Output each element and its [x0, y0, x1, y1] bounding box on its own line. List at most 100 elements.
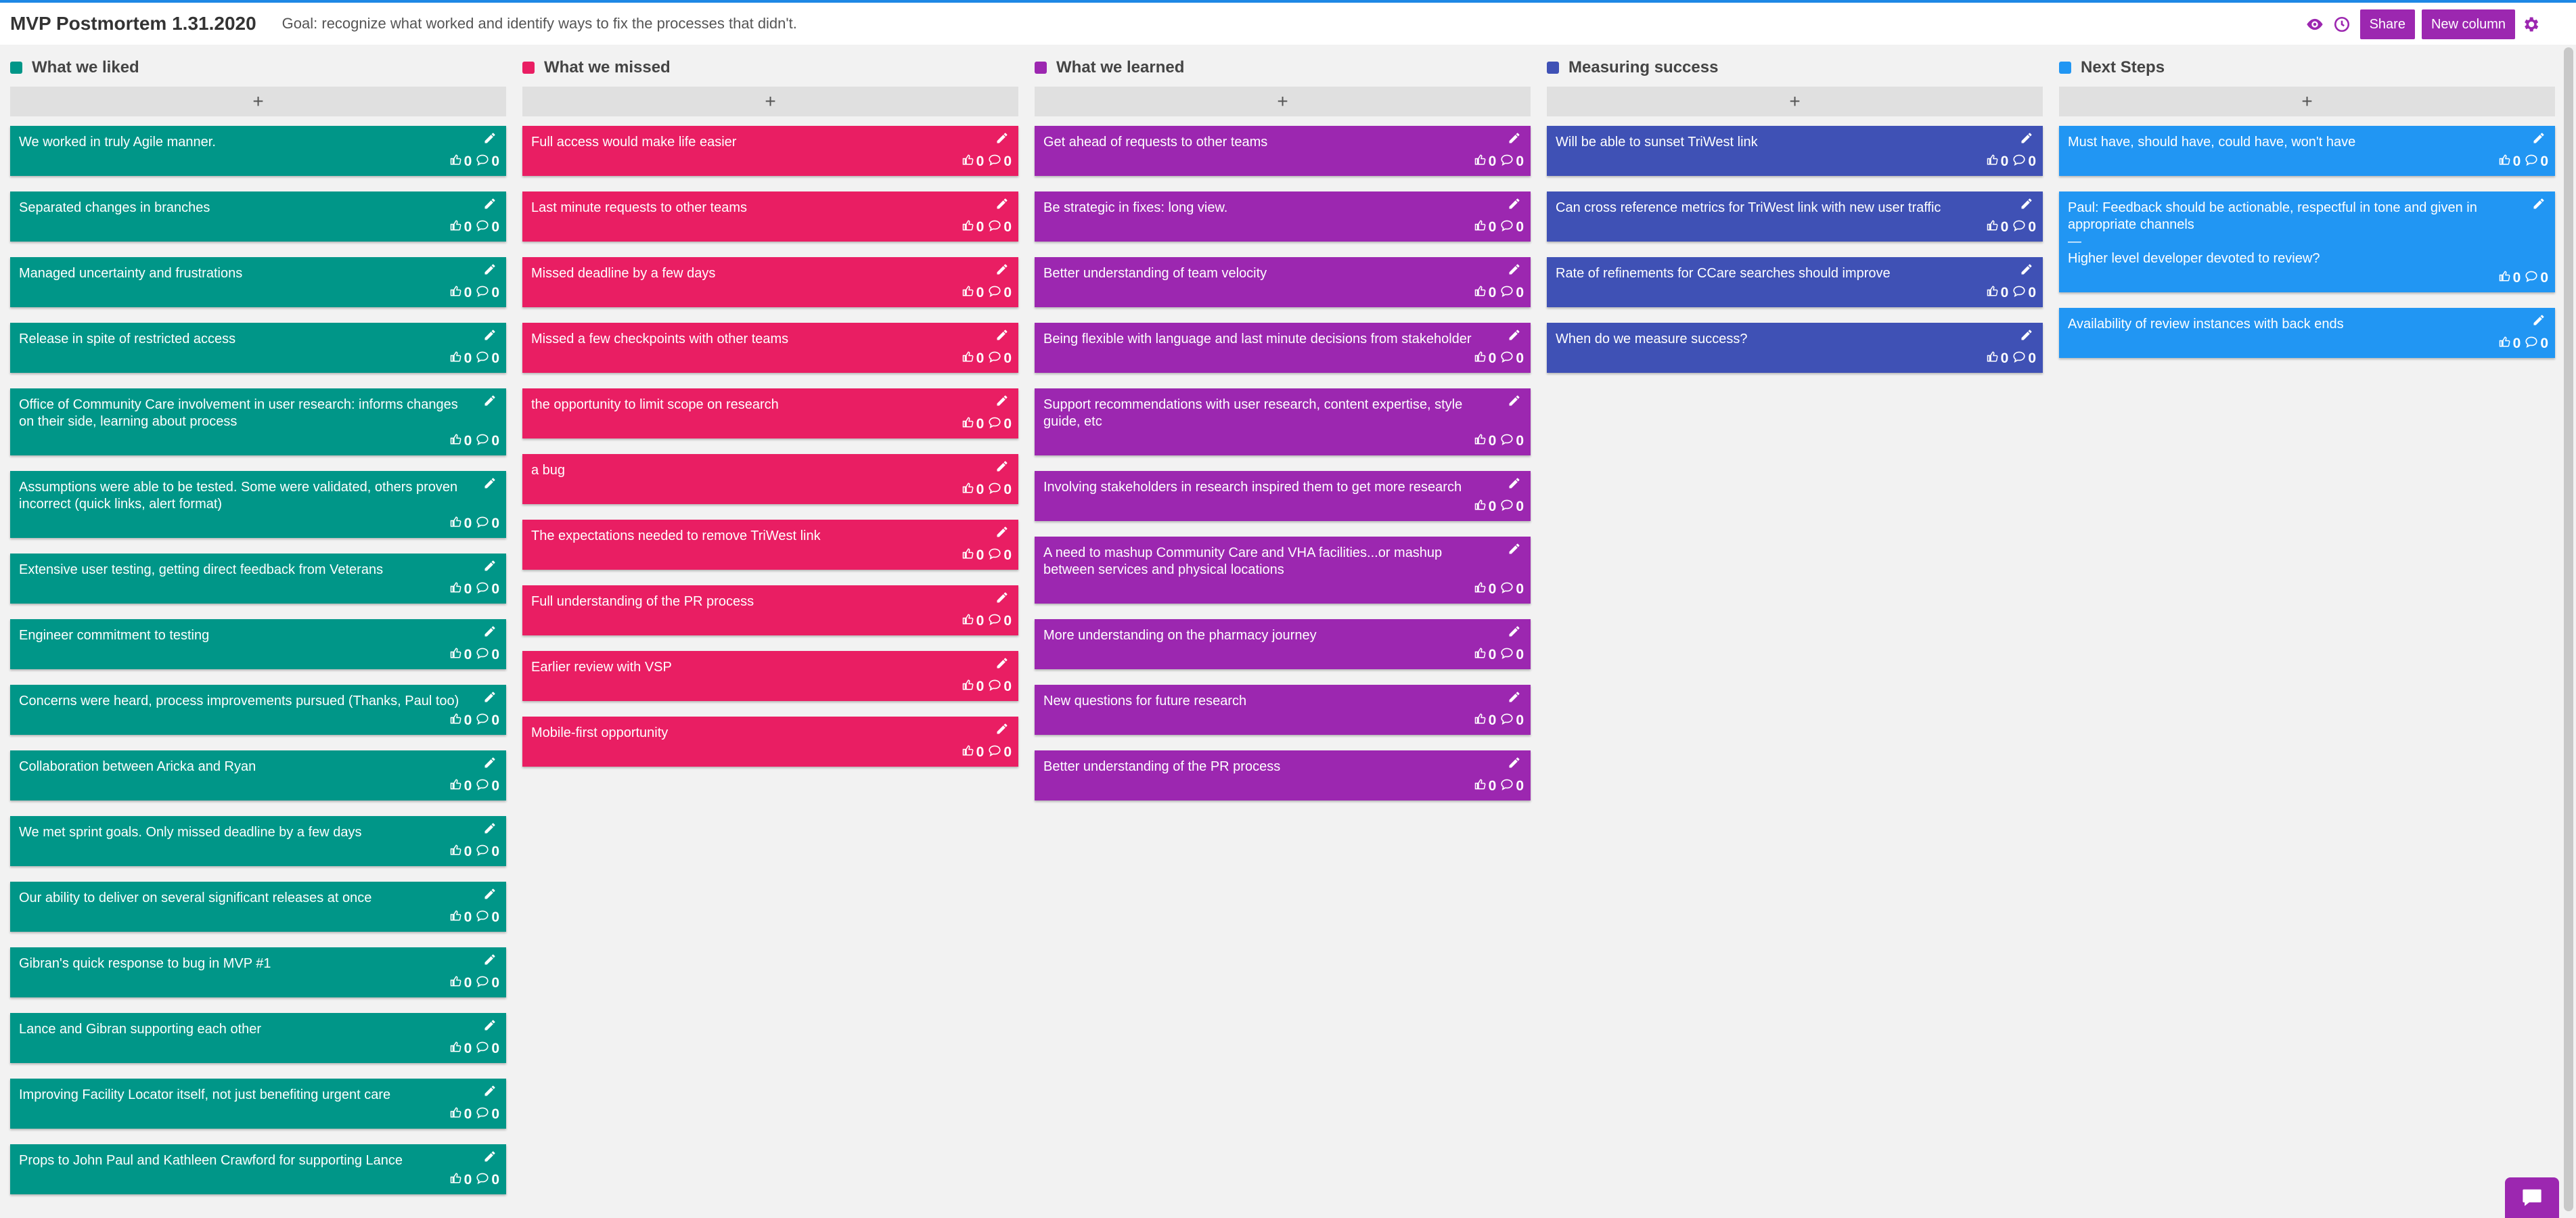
pencil-icon[interactable] [1508, 328, 1524, 344]
card[interactable]: Support recommendations with user resear… [1035, 388, 1531, 455]
comment-button[interactable]: 0 [476, 777, 499, 794]
like-button[interactable]: 0 [450, 581, 472, 597]
card-text[interactable]: Separated changes in branches [19, 200, 472, 217]
card[interactable]: Better understanding of the PR process 0… [1035, 750, 1531, 800]
card-text[interactable]: Managed uncertainty and frustrations [19, 265, 472, 282]
pencil-icon[interactable] [483, 887, 499, 903]
comment-button[interactable]: 0 [988, 350, 1012, 367]
card[interactable]: Get ahead of requests to other teams 0 0 [1035, 126, 1531, 176]
card-text[interactable]: Full understanding of the PR process [531, 593, 985, 610]
like-button[interactable]: 0 [450, 974, 472, 991]
card[interactable]: Must have, should have, could have, won'… [2059, 126, 2555, 176]
comment-button[interactable]: 0 [1500, 646, 1524, 663]
comment-button[interactable]: 0 [988, 612, 1012, 629]
pencil-icon[interactable] [483, 131, 499, 148]
comment-button[interactable]: 0 [988, 153, 1012, 170]
comment-button[interactable]: 0 [1500, 153, 1524, 170]
pencil-icon[interactable] [2532, 131, 2548, 148]
card-text[interactable]: a bug [531, 462, 985, 479]
card[interactable]: the opportunity to limit scope on resear… [522, 388, 1018, 438]
card-text[interactable]: Our ability to deliver on several signif… [19, 890, 472, 907]
card-text[interactable]: Gibran's quick response to bug in MVP #1 [19, 955, 472, 972]
pencil-icon[interactable] [995, 131, 1012, 148]
column-title[interactable]: What we learned [1056, 58, 1184, 77]
pencil-icon[interactable] [483, 953, 499, 969]
card-text[interactable]: the opportunity to limit scope on resear… [531, 397, 985, 413]
comment-button[interactable]: 0 [476, 515, 499, 532]
pencil-icon[interactable] [1508, 263, 1524, 279]
card[interactable]: Our ability to deliver on several signif… [10, 882, 506, 932]
comment-button[interactable]: 0 [1500, 777, 1524, 794]
comment-button[interactable]: 0 [2012, 350, 2036, 367]
pencil-icon[interactable] [1508, 690, 1524, 706]
gear-icon[interactable] [2519, 13, 2542, 36]
card[interactable]: The expectations needed to remove TriWes… [522, 520, 1018, 570]
like-button[interactable]: 0 [1474, 581, 1496, 597]
column-color-swatch[interactable] [1035, 62, 1047, 74]
card-text[interactable]: Being flexible with language and last mi… [1043, 331, 1497, 348]
pencil-icon[interactable] [483, 821, 499, 838]
like-button[interactable]: 0 [962, 547, 984, 564]
comment-button[interactable]: 0 [476, 909, 499, 926]
card-text[interactable]: The expectations needed to remove TriWes… [531, 528, 985, 545]
pencil-icon[interactable] [995, 656, 1012, 673]
like-button[interactable]: 0 [2499, 153, 2521, 170]
card[interactable]: Extensive user testing, getting direct f… [10, 554, 506, 604]
pencil-icon[interactable] [483, 1084, 499, 1100]
pencil-icon[interactable] [1508, 625, 1524, 641]
like-button[interactable]: 0 [1987, 219, 2008, 235]
like-button[interactable]: 0 [450, 1040, 472, 1057]
pencil-icon[interactable] [2020, 263, 2036, 279]
card-text[interactable]: Paul: Feedback should be actionable, res… [2068, 200, 2521, 233]
card[interactable]: Paul: Feedback should be actionable, res… [2059, 191, 2555, 292]
card[interactable]: Better understanding of team velocity 0 … [1035, 257, 1531, 307]
pencil-icon[interactable] [1508, 131, 1524, 148]
pencil-icon[interactable] [2020, 328, 2036, 344]
pencil-icon[interactable] [483, 263, 499, 279]
pencil-icon[interactable] [483, 625, 499, 641]
like-button[interactable]: 0 [1987, 153, 2008, 170]
like-button[interactable]: 0 [2499, 269, 2521, 286]
pencil-icon[interactable] [483, 690, 499, 706]
comment-button[interactable]: 0 [476, 581, 499, 597]
card-text[interactable]: Better understanding of team velocity [1043, 265, 1497, 282]
comment-button[interactable]: 0 [476, 843, 499, 860]
card-text[interactable]: Involving stakeholders in research inspi… [1043, 479, 1497, 496]
pencil-icon[interactable] [2532, 197, 2548, 213]
pencil-icon[interactable] [995, 591, 1012, 607]
card-text[interactable]: Better understanding of the PR process [1043, 759, 1497, 775]
pencil-icon[interactable] [2020, 131, 2036, 148]
card-text[interactable]: We met sprint goals. Only missed deadlin… [19, 824, 472, 841]
add-card-button[interactable]: + [1547, 87, 2043, 116]
like-button[interactable]: 0 [450, 1106, 472, 1123]
pencil-icon[interactable] [483, 476, 499, 493]
pencil-icon[interactable] [483, 1150, 499, 1166]
card[interactable]: We met sprint goals. Only missed deadlin… [10, 816, 506, 866]
pencil-icon[interactable] [1508, 476, 1524, 493]
share-button[interactable]: Share [2359, 9, 2415, 39]
pencil-icon[interactable] [483, 394, 499, 410]
like-button[interactable]: 0 [450, 1171, 472, 1188]
card[interactable]: Missed deadline by a few days 0 0 [522, 257, 1018, 307]
add-card-button[interactable]: + [1035, 87, 1531, 116]
like-button[interactable]: 0 [1474, 432, 1496, 449]
card[interactable]: a bug 0 0 [522, 454, 1018, 504]
card[interactable]: Release in spite of restricted access 0 … [10, 323, 506, 373]
card-text[interactable]: More understanding on the pharmacy journ… [1043, 627, 1497, 644]
card[interactable]: Mobile-first opportunity 0 0 [522, 717, 1018, 767]
like-button[interactable]: 0 [962, 219, 984, 235]
comment-button[interactable]: 0 [1500, 432, 1524, 449]
pencil-icon[interactable] [1508, 197, 1524, 213]
like-button[interactable]: 0 [1474, 712, 1496, 729]
card[interactable]: Be strategic in fixes: long view. 0 0 [1035, 191, 1531, 242]
card-text[interactable]: Office of Community Care involvement in … [19, 397, 472, 430]
column-color-swatch[interactable] [10, 62, 22, 74]
column-color-swatch[interactable] [1547, 62, 1559, 74]
add-card-button[interactable]: + [10, 87, 506, 116]
column-title[interactable]: Next Steps [2081, 58, 2165, 77]
card[interactable]: New questions for future research 0 0 [1035, 685, 1531, 735]
card[interactable]: Concerns were heard, process improvement… [10, 685, 506, 735]
card[interactable]: Availability of review instances with ba… [2059, 308, 2555, 358]
comment-button[interactable]: 0 [988, 678, 1012, 695]
comment-button[interactable]: 0 [476, 432, 499, 449]
